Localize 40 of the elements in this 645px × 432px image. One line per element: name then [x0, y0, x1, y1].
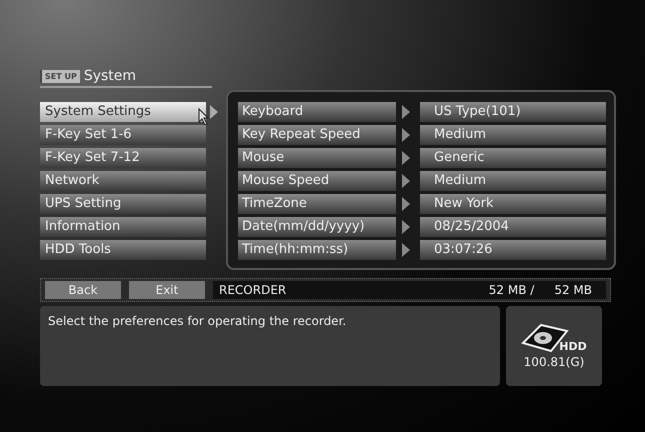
arrow-icon	[402, 197, 410, 211]
setting-value[interactable]: New York	[420, 194, 606, 214]
setting-value[interactable]: Medium	[420, 171, 606, 191]
nav-button[interactable]: Back	[45, 281, 121, 299]
arrow-icon	[402, 105, 410, 119]
setting-value[interactable]: US Type(101)	[420, 102, 606, 122]
hdd-label: HDD	[559, 340, 587, 353]
menu-item[interactable]: UPS Setting	[40, 194, 206, 214]
menu-item[interactable]: F-Key Set 7-12	[40, 148, 206, 168]
arrow-icon	[402, 220, 410, 234]
arrow-icon	[402, 151, 410, 165]
page-title: System	[84, 68, 136, 84]
setting-value[interactable]: 08/25/2004	[420, 217, 606, 237]
menu-item[interactable]: System Settings	[40, 102, 206, 122]
setting-label[interactable]: Date(mm/dd/yyyy)	[238, 217, 396, 237]
arrow-icon	[402, 243, 410, 257]
arrow-icon	[402, 174, 410, 188]
help-text: Select the preferences for operating the recorder.	[48, 314, 346, 328]
setting-label[interactable]: Mouse	[238, 148, 396, 168]
menu-item[interactable]: Network	[40, 171, 206, 191]
setting-label[interactable]: TimeZone	[238, 194, 396, 214]
setting-value[interactable]: Medium	[420, 125, 606, 145]
menu-item[interactable]: Information	[40, 217, 206, 237]
mouse-pointer-icon	[198, 108, 210, 126]
setting-value[interactable]: 03:07:26	[420, 240, 606, 260]
hdd-capacity: 100.81(G)	[524, 355, 584, 369]
arrow-icon	[402, 128, 410, 142]
setup-badge: SET UP	[40, 70, 80, 82]
nav-button[interactable]: Exit	[129, 281, 205, 299]
setting-label[interactable]: Time(hh:mm:ss)	[238, 240, 396, 260]
menu-item[interactable]: F-Key Set 1-6	[40, 125, 206, 145]
device-name: RECORDER	[219, 283, 286, 297]
setting-label[interactable]: Key Repeat Speed	[238, 125, 396, 145]
setting-label[interactable]: Keyboard	[238, 102, 396, 122]
setting-label[interactable]: Mouse Speed	[238, 171, 396, 191]
menu-item[interactable]: HDD Tools	[40, 240, 206, 260]
arrow-icon	[210, 105, 218, 119]
total-space: 52 MB	[554, 283, 592, 297]
used-space: 52 MB /	[488, 283, 534, 297]
setting-value[interactable]: Generic	[420, 148, 606, 168]
